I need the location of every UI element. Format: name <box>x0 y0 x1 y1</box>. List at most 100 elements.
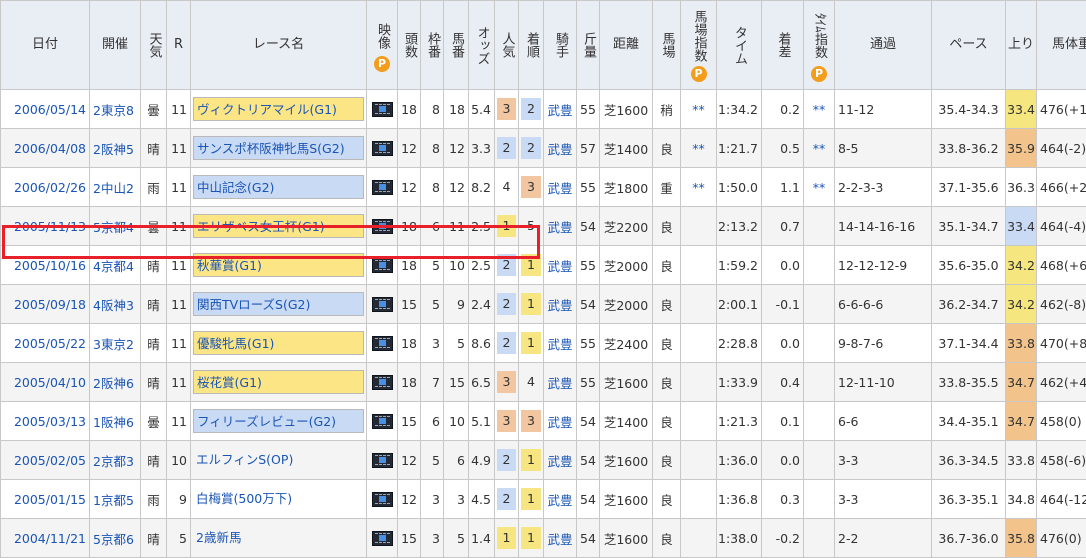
venue-link[interactable]: 4京都4 <box>90 246 141 285</box>
header-venue[interactable]: 開催 <box>90 1 141 90</box>
header-jockey[interactable]: 騎手 <box>544 1 577 90</box>
video-play-icon[interactable] <box>372 414 393 429</box>
race-date-link[interactable]: 2005/11/13 <box>1 207 90 246</box>
jockey-link[interactable]: 武豊 <box>544 519 577 558</box>
video-play-icon[interactable] <box>372 453 393 468</box>
track-index-cell[interactable] <box>681 207 717 246</box>
venue-link[interactable]: 2中山2 <box>90 168 141 207</box>
track-index-cell[interactable]: ** <box>681 168 717 207</box>
time-index-cell[interactable] <box>804 441 835 480</box>
venue-link[interactable]: 2東京8 <box>90 90 141 129</box>
time-index-cell[interactable] <box>804 285 835 324</box>
race-date-link[interactable]: 2006/04/08 <box>1 129 90 168</box>
race-date-link[interactable]: 2005/03/13 <box>1 402 90 441</box>
header-date[interactable]: 日付 <box>1 1 90 90</box>
header-track[interactable]: 馬場 <box>653 1 681 90</box>
jockey-link[interactable]: 武豊 <box>544 480 577 519</box>
video-play-icon[interactable] <box>372 531 393 546</box>
venue-link[interactable]: 3東京2 <box>90 324 141 363</box>
header-pace[interactable]: ペース <box>932 1 1006 90</box>
venue-link[interactable]: 5京都6 <box>90 519 141 558</box>
video-play-icon[interactable] <box>372 297 393 312</box>
jockey-link[interactable]: 武豊 <box>544 90 577 129</box>
race-date-link[interactable]: 2005/04/10 <box>1 363 90 402</box>
video-play-icon[interactable] <box>372 180 393 195</box>
header-popularity[interactable]: 人気 <box>495 1 519 90</box>
header-body-weight[interactable]: 馬体重 <box>1037 1 1086 90</box>
race-name-link[interactable]: エリザベス女王杯(G1) <box>193 214 364 238</box>
video-play-icon[interactable] <box>372 141 393 156</box>
time-index-cell[interactable]: ** <box>804 168 835 207</box>
video-play-icon[interactable] <box>372 336 393 351</box>
jockey-link[interactable]: 武豊 <box>544 246 577 285</box>
jockey-link[interactable]: 武豊 <box>544 285 577 324</box>
time-index-cell[interactable] <box>804 363 835 402</box>
track-index-cell[interactable] <box>681 285 717 324</box>
track-index-cell[interactable] <box>681 402 717 441</box>
track-index-cell[interactable]: ** <box>681 90 717 129</box>
jockey-link[interactable]: 武豊 <box>544 207 577 246</box>
race-name-link[interactable]: 桜花賞(G1) <box>193 370 364 394</box>
venue-link[interactable]: 4阪神3 <box>90 285 141 324</box>
header-time[interactable]: タイム <box>717 1 762 90</box>
time-index-cell[interactable]: ** <box>804 129 835 168</box>
jockey-link[interactable]: 武豊 <box>544 441 577 480</box>
header-heads[interactable]: 頭数 <box>398 1 421 90</box>
race-name-link[interactable]: 2歳新馬 <box>193 526 364 550</box>
header-distance[interactable]: 距離 <box>600 1 653 90</box>
venue-link[interactable]: 2京都3 <box>90 441 141 480</box>
track-index-cell[interactable] <box>681 363 717 402</box>
race-date-link[interactable]: 2005/05/22 <box>1 324 90 363</box>
jockey-link[interactable]: 武豊 <box>544 402 577 441</box>
header-passing[interactable]: 通過 <box>835 1 932 90</box>
jockey-link[interactable]: 武豊 <box>544 129 577 168</box>
race-date-link[interactable]: 2006/05/14 <box>1 90 90 129</box>
video-play-icon[interactable] <box>372 258 393 273</box>
venue-link[interactable]: 5京都4 <box>90 207 141 246</box>
venue-link[interactable]: 2阪神6 <box>90 363 141 402</box>
video-play-icon[interactable] <box>372 375 393 390</box>
header-last-3f[interactable]: 上り <box>1006 1 1037 90</box>
header-race-number[interactable]: R <box>167 1 191 90</box>
time-index-cell[interactable] <box>804 207 835 246</box>
race-name-link[interactable]: ヴィクトリアマイル(G1) <box>193 97 364 121</box>
jockey-link[interactable]: 武豊 <box>544 363 577 402</box>
track-index-cell[interactable] <box>681 324 717 363</box>
race-name-link[interactable]: エルフィンS(OP) <box>193 448 364 472</box>
header-finish[interactable]: 着順 <box>519 1 544 90</box>
track-index-cell[interactable] <box>681 441 717 480</box>
header-odds[interactable]: オッズ <box>469 1 495 90</box>
race-name-link[interactable]: 中山記念(G2) <box>193 175 364 199</box>
video-play-icon[interactable] <box>372 102 393 117</box>
header-weather[interactable]: 天気 <box>141 1 167 90</box>
race-name-link[interactable]: 関西TVローズS(G2) <box>193 292 364 316</box>
track-index-cell[interactable]: ** <box>681 129 717 168</box>
time-index-cell[interactable] <box>804 480 835 519</box>
venue-link[interactable]: 2阪神5 <box>90 129 141 168</box>
race-name-link[interactable]: フィリーズレビュー(G2) <box>193 409 364 433</box>
jockey-link[interactable]: 武豊 <box>544 324 577 363</box>
race-date-link[interactable]: 2006/02/26 <box>1 168 90 207</box>
race-name-link[interactable]: サンスポ杯阪神牝馬S(G2) <box>193 136 364 160</box>
track-index-cell[interactable] <box>681 480 717 519</box>
race-name-link[interactable]: 優駿牝馬(G1) <box>193 331 364 355</box>
header-waku[interactable]: 枠番 <box>421 1 444 90</box>
video-play-icon[interactable] <box>372 492 393 507</box>
header-margin[interactable]: 着差 <box>762 1 804 90</box>
time-index-cell[interactable] <box>804 246 835 285</box>
video-play-icon[interactable] <box>372 219 393 234</box>
race-date-link[interactable]: 2005/09/18 <box>1 285 90 324</box>
venue-link[interactable]: 1阪神6 <box>90 402 141 441</box>
header-uma[interactable]: 馬番 <box>444 1 469 90</box>
race-date-link[interactable]: 2005/02/05 <box>1 441 90 480</box>
race-date-link[interactable]: 2005/10/16 <box>1 246 90 285</box>
header-race-name[interactable]: レース名 <box>191 1 367 90</box>
time-index-cell[interactable]: ** <box>804 90 835 129</box>
race-name-link[interactable]: 白梅賞(500万下) <box>193 487 364 511</box>
track-index-cell[interactable] <box>681 246 717 285</box>
venue-link[interactable]: 1京都5 <box>90 480 141 519</box>
time-index-cell[interactable] <box>804 324 835 363</box>
jockey-link[interactable]: 武豊 <box>544 168 577 207</box>
track-index-cell[interactable] <box>681 519 717 558</box>
time-index-cell[interactable] <box>804 519 835 558</box>
